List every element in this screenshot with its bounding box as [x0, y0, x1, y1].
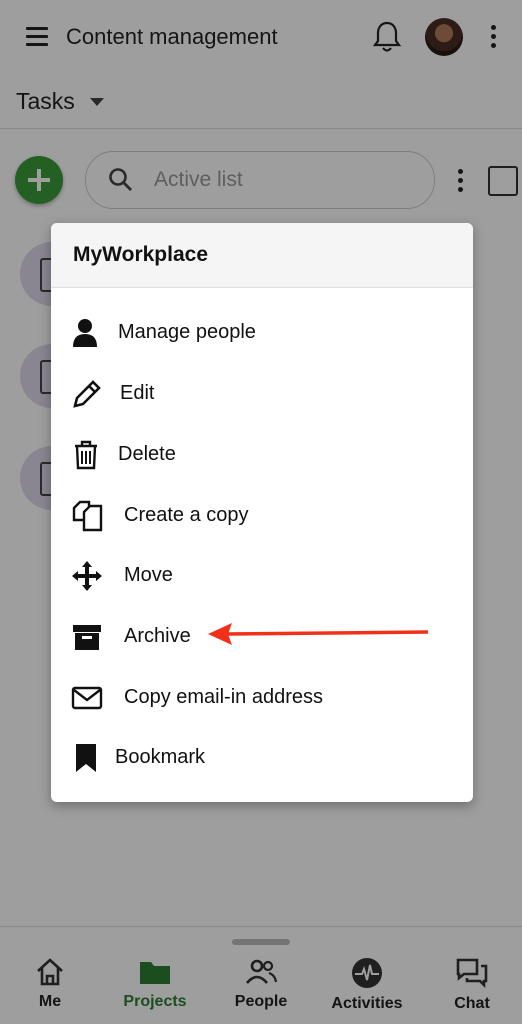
project-actions-dialog: MyWorkplace Manage people Edit Delete Cr…	[51, 223, 473, 802]
archive-icon	[73, 625, 101, 650]
menu-item-manage-people[interactable]: Manage people	[51, 303, 473, 363]
dialog-title: MyWorkplace	[73, 243, 208, 266]
pencil-icon	[73, 380, 101, 408]
menu-item-label: Delete	[118, 443, 176, 465]
menu-item-label: Manage people	[118, 321, 256, 343]
menu-item-label: Copy email-in address	[124, 686, 323, 708]
menu-item-label: Edit	[120, 382, 155, 404]
menu-item-copy-email-in-address[interactable]: Copy email-in address	[51, 668, 473, 728]
bookmark-icon	[76, 744, 96, 772]
menu-item-delete[interactable]: Delete	[51, 425, 473, 485]
menu-item-move[interactable]: Move	[51, 546, 473, 606]
dialog-header: MyWorkplace	[51, 223, 473, 288]
trash-icon	[75, 440, 97, 470]
move-icon	[72, 561, 102, 591]
copy-icon	[72, 500, 103, 532]
menu-item-bookmark[interactable]: Bookmark	[51, 728, 473, 788]
menu-item-label: Move	[124, 564, 173, 586]
menu-item-label: Bookmark	[115, 746, 206, 768]
annotation-arrow-icon	[208, 623, 429, 645]
menu-item-label: Create a copy	[124, 504, 249, 526]
person-icon	[73, 319, 97, 347]
menu-item-label: Archive	[124, 625, 191, 647]
menu-item-create-copy[interactable]: Create a copy	[51, 486, 473, 546]
envelope-icon	[71, 686, 103, 710]
menu-item-edit[interactable]: Edit	[51, 364, 473, 424]
